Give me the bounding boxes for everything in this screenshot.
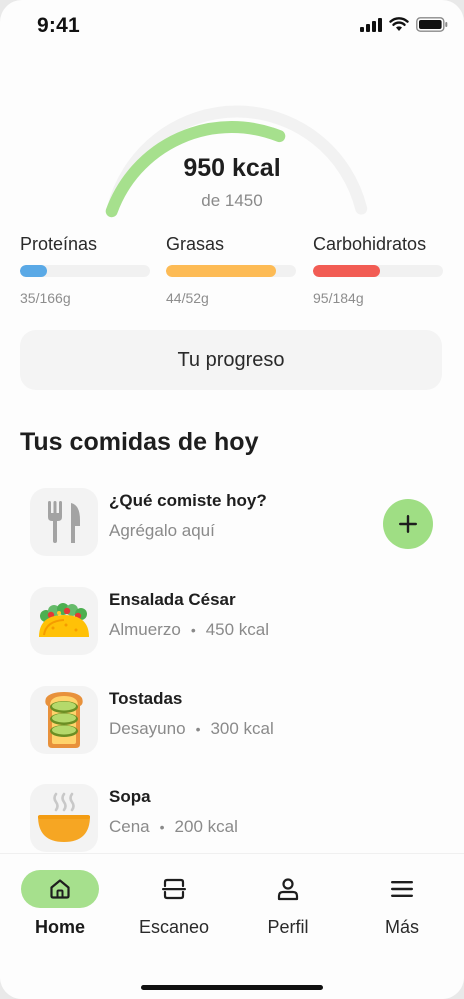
- macro-carbs: Carbohidratos 95/184g: [313, 234, 445, 306]
- taco-icon: [39, 603, 89, 637]
- add-meal-button[interactable]: [383, 499, 433, 549]
- meal-details: Desayuno • 300 kcal: [109, 719, 274, 739]
- add-meal-thumbnail: [30, 488, 98, 556]
- macro-name: Grasas: [166, 234, 225, 254]
- tab-label: Perfil: [267, 917, 309, 937]
- tab-profile[interactable]: Perfil: [238, 870, 338, 950]
- section-title: Tus comidas de hoy: [20, 428, 259, 456]
- meal-type: Desayuno: [109, 719, 186, 738]
- meal-item[interactable]: Ensalada César Almuerzo • 450 kcal: [30, 587, 444, 657]
- tab-label: Más: [384, 917, 419, 937]
- tab-icon-container: [249, 870, 327, 908]
- tab-icon-container: [363, 870, 441, 908]
- meal-name: Sopa: [109, 787, 151, 806]
- macros-summary: Proteínas 35/166g Grasas 44/52g Carbohid…: [20, 234, 444, 314]
- macro-amount: 35/166g: [20, 290, 71, 306]
- app-screen: 9:41 950 kcal de 1450 Proteínas 35/166g …: [0, 0, 464, 999]
- status-bar: 9:41: [0, 0, 464, 52]
- calories-goal: de 1450: [201, 191, 263, 210]
- tab-scan[interactable]: Escaneo: [124, 870, 224, 950]
- macro-name: Carbohidratos: [313, 234, 427, 254]
- person-icon: [277, 878, 299, 901]
- your-progress-button[interactable]: Tu progreso: [20, 330, 442, 390]
- meal-calories: 200 kcal: [174, 817, 238, 836]
- meal-calories: 300 kcal: [210, 719, 274, 738]
- meal-calories: 450 kcal: [205, 620, 270, 639]
- calories-consumed: 950 kcal: [183, 154, 281, 182]
- macro-progress-track: [166, 265, 296, 277]
- add-meal-row[interactable]: ¿Qué comiste hoy? Agrégalo aquí: [30, 488, 444, 558]
- separator-dot: •: [190, 622, 196, 638]
- add-meal-hint: Agrégalo aquí: [109, 521, 215, 540]
- tab-icon-container: [135, 870, 213, 908]
- macro-progress-fill: [313, 265, 381, 277]
- home-icon: [50, 879, 70, 899]
- meal-type: Almuerzo: [109, 620, 181, 639]
- fork-knife-icon: [48, 501, 80, 543]
- macro-progress-track: [20, 265, 150, 277]
- toast-icon: [45, 692, 83, 748]
- add-meal-title: ¿Qué comiste hoy?: [109, 491, 267, 510]
- menu-icon: [391, 881, 413, 897]
- meal-name: Tostadas: [109, 689, 183, 708]
- tab-icon-container: [21, 870, 99, 908]
- meal-details: Cena • 200 kcal: [109, 817, 238, 837]
- meal-type: Cena: [109, 817, 150, 836]
- tab-label: Home: [34, 917, 85, 937]
- calorie-gauge: 950 kcal de 1450: [0, 70, 464, 220]
- macro-progress-track: [313, 265, 443, 277]
- signal-icon: [360, 17, 382, 32]
- macro-amount: 44/52g: [166, 290, 209, 306]
- soup-bowl-icon: [38, 792, 90, 842]
- meal-item[interactable]: Sopa Cena • 200 kcal: [30, 784, 444, 854]
- add-meal-subtitle: Agrégalo aquí: [109, 521, 215, 541]
- meal-thumbnail: [30, 587, 98, 655]
- macro-amount: 95/184g: [313, 290, 364, 306]
- tab-more[interactable]: Más: [352, 870, 452, 950]
- scan-icon: [162, 878, 186, 900]
- plus-icon: [399, 515, 417, 533]
- macro-progress-fill: [166, 265, 276, 277]
- battery-icon: [416, 17, 448, 32]
- home-indicator: [141, 985, 323, 990]
- meal-name: Ensalada César: [109, 590, 236, 609]
- meal-thumbnail: [30, 686, 98, 754]
- macro-progress-fill: [20, 265, 48, 277]
- tab-home[interactable]: Home: [10, 870, 110, 950]
- meal-details: Almuerzo • 450 kcal: [109, 620, 269, 640]
- separator-dot: •: [195, 721, 201, 737]
- tab-bar: Home Escaneo Perfil Más: [0, 853, 464, 999]
- macro-proteins: Proteínas 35/166g: [20, 234, 152, 306]
- separator-dot: •: [159, 819, 165, 835]
- meal-thumbnail: [30, 784, 98, 852]
- tab-label: Escaneo: [138, 917, 210, 937]
- status-time: 9:41: [37, 14, 80, 37]
- status-icons: [360, 17, 448, 32]
- macro-fats: Grasas 44/52g: [166, 234, 298, 306]
- macro-name: Proteínas: [20, 234, 98, 254]
- meal-item[interactable]: Tostadas Desayuno • 300 kcal: [30, 686, 444, 756]
- wifi-icon: [389, 17, 409, 31]
